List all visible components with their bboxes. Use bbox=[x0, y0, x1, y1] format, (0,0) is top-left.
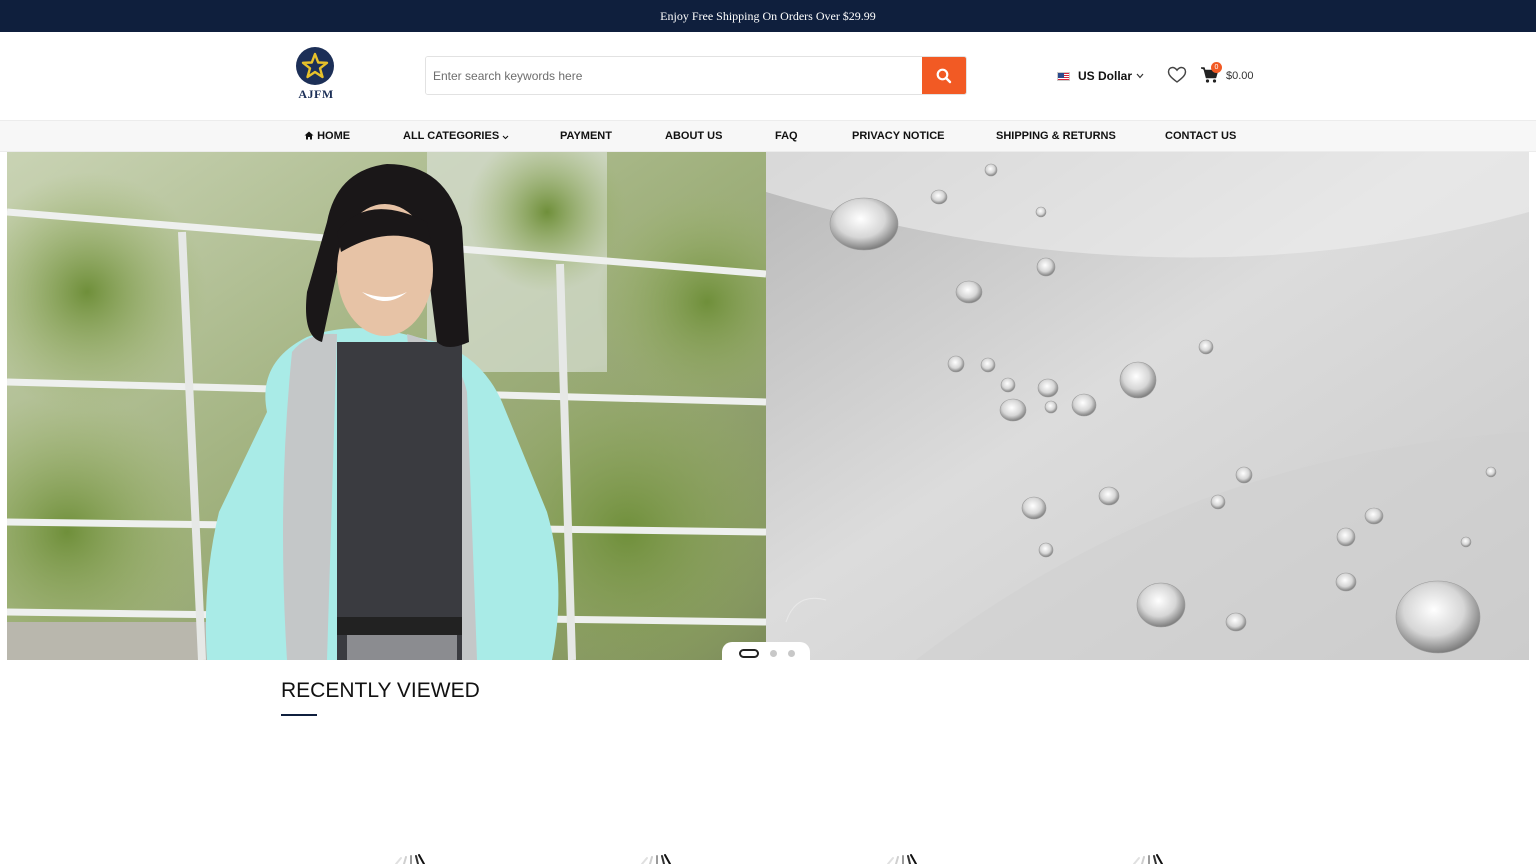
nav-categories-label: ALL CATEGORIES bbox=[403, 130, 500, 142]
cart-total[interactable]: $0.00 bbox=[1226, 70, 1254, 82]
nav-home-label: HOME bbox=[317, 130, 351, 142]
logo-text: AJFM bbox=[298, 87, 334, 101]
hero-image-water-droplets bbox=[766, 152, 1529, 660]
us-flag-icon bbox=[1057, 71, 1070, 81]
slider-pagination bbox=[722, 642, 810, 662]
heart-icon bbox=[1167, 66, 1187, 83]
slider-dot-3[interactable] bbox=[788, 650, 795, 657]
main-navigation: HOME ALL CATEGORIES PAYMENT ABOUT US FAQ… bbox=[0, 120, 1536, 152]
announcement-text: Enjoy Free Shipping On Orders Over $29.9… bbox=[660, 8, 876, 23]
search-input[interactable] bbox=[426, 57, 923, 94]
hero-image-woman-jacket bbox=[7, 152, 766, 660]
nav-about-us[interactable]: ABOUT US bbox=[665, 121, 722, 151]
logo-emblem bbox=[296, 47, 334, 85]
loading-spinner-icon bbox=[641, 854, 671, 864]
slider-dot-1[interactable] bbox=[739, 649, 759, 658]
cart-count-badge: 0 bbox=[1211, 62, 1222, 73]
site-logo[interactable]: AJFM bbox=[294, 47, 338, 103]
search-icon bbox=[936, 68, 952, 83]
currency-label: US Dollar bbox=[1078, 69, 1133, 83]
home-icon bbox=[304, 131, 314, 140]
search-button[interactable] bbox=[922, 57, 966, 94]
currency-selector[interactable]: US Dollar bbox=[1057, 68, 1144, 84]
nav-contact-us[interactable]: CONTACT US bbox=[1165, 121, 1236, 151]
loading-spinner-icon bbox=[887, 854, 917, 864]
hero-slider[interactable] bbox=[7, 152, 1529, 660]
loading-spinner-icon bbox=[1133, 854, 1163, 864]
nav-all-categories[interactable]: ALL CATEGORIES bbox=[403, 121, 509, 151]
announcement-bar: Enjoy Free Shipping On Orders Over $29.9… bbox=[0, 0, 1536, 32]
loading-spinner-icon bbox=[395, 854, 425, 864]
nav-faq[interactable]: FAQ bbox=[775, 121, 798, 151]
site-header: AJFM US Dollar 0 $0.00 bbox=[0, 32, 1536, 120]
search-bar bbox=[425, 56, 967, 95]
star-icon bbox=[301, 52, 329, 79]
wishlist-button[interactable] bbox=[1167, 66, 1187, 84]
chevron-down-icon bbox=[502, 135, 509, 140]
section-underline bbox=[281, 714, 317, 716]
nav-home[interactable]: HOME bbox=[304, 121, 350, 151]
chevron-down-icon bbox=[1136, 73, 1144, 79]
nav-privacy-notice[interactable]: PRIVACY NOTICE bbox=[852, 121, 945, 151]
recently-viewed-title: RECENTLY VIEWED bbox=[281, 679, 480, 702]
slider-dot-2[interactable] bbox=[770, 650, 777, 657]
nav-shipping-returns[interactable]: SHIPPING & RETURNS bbox=[996, 121, 1116, 151]
nav-payment[interactable]: PAYMENT bbox=[560, 121, 612, 151]
